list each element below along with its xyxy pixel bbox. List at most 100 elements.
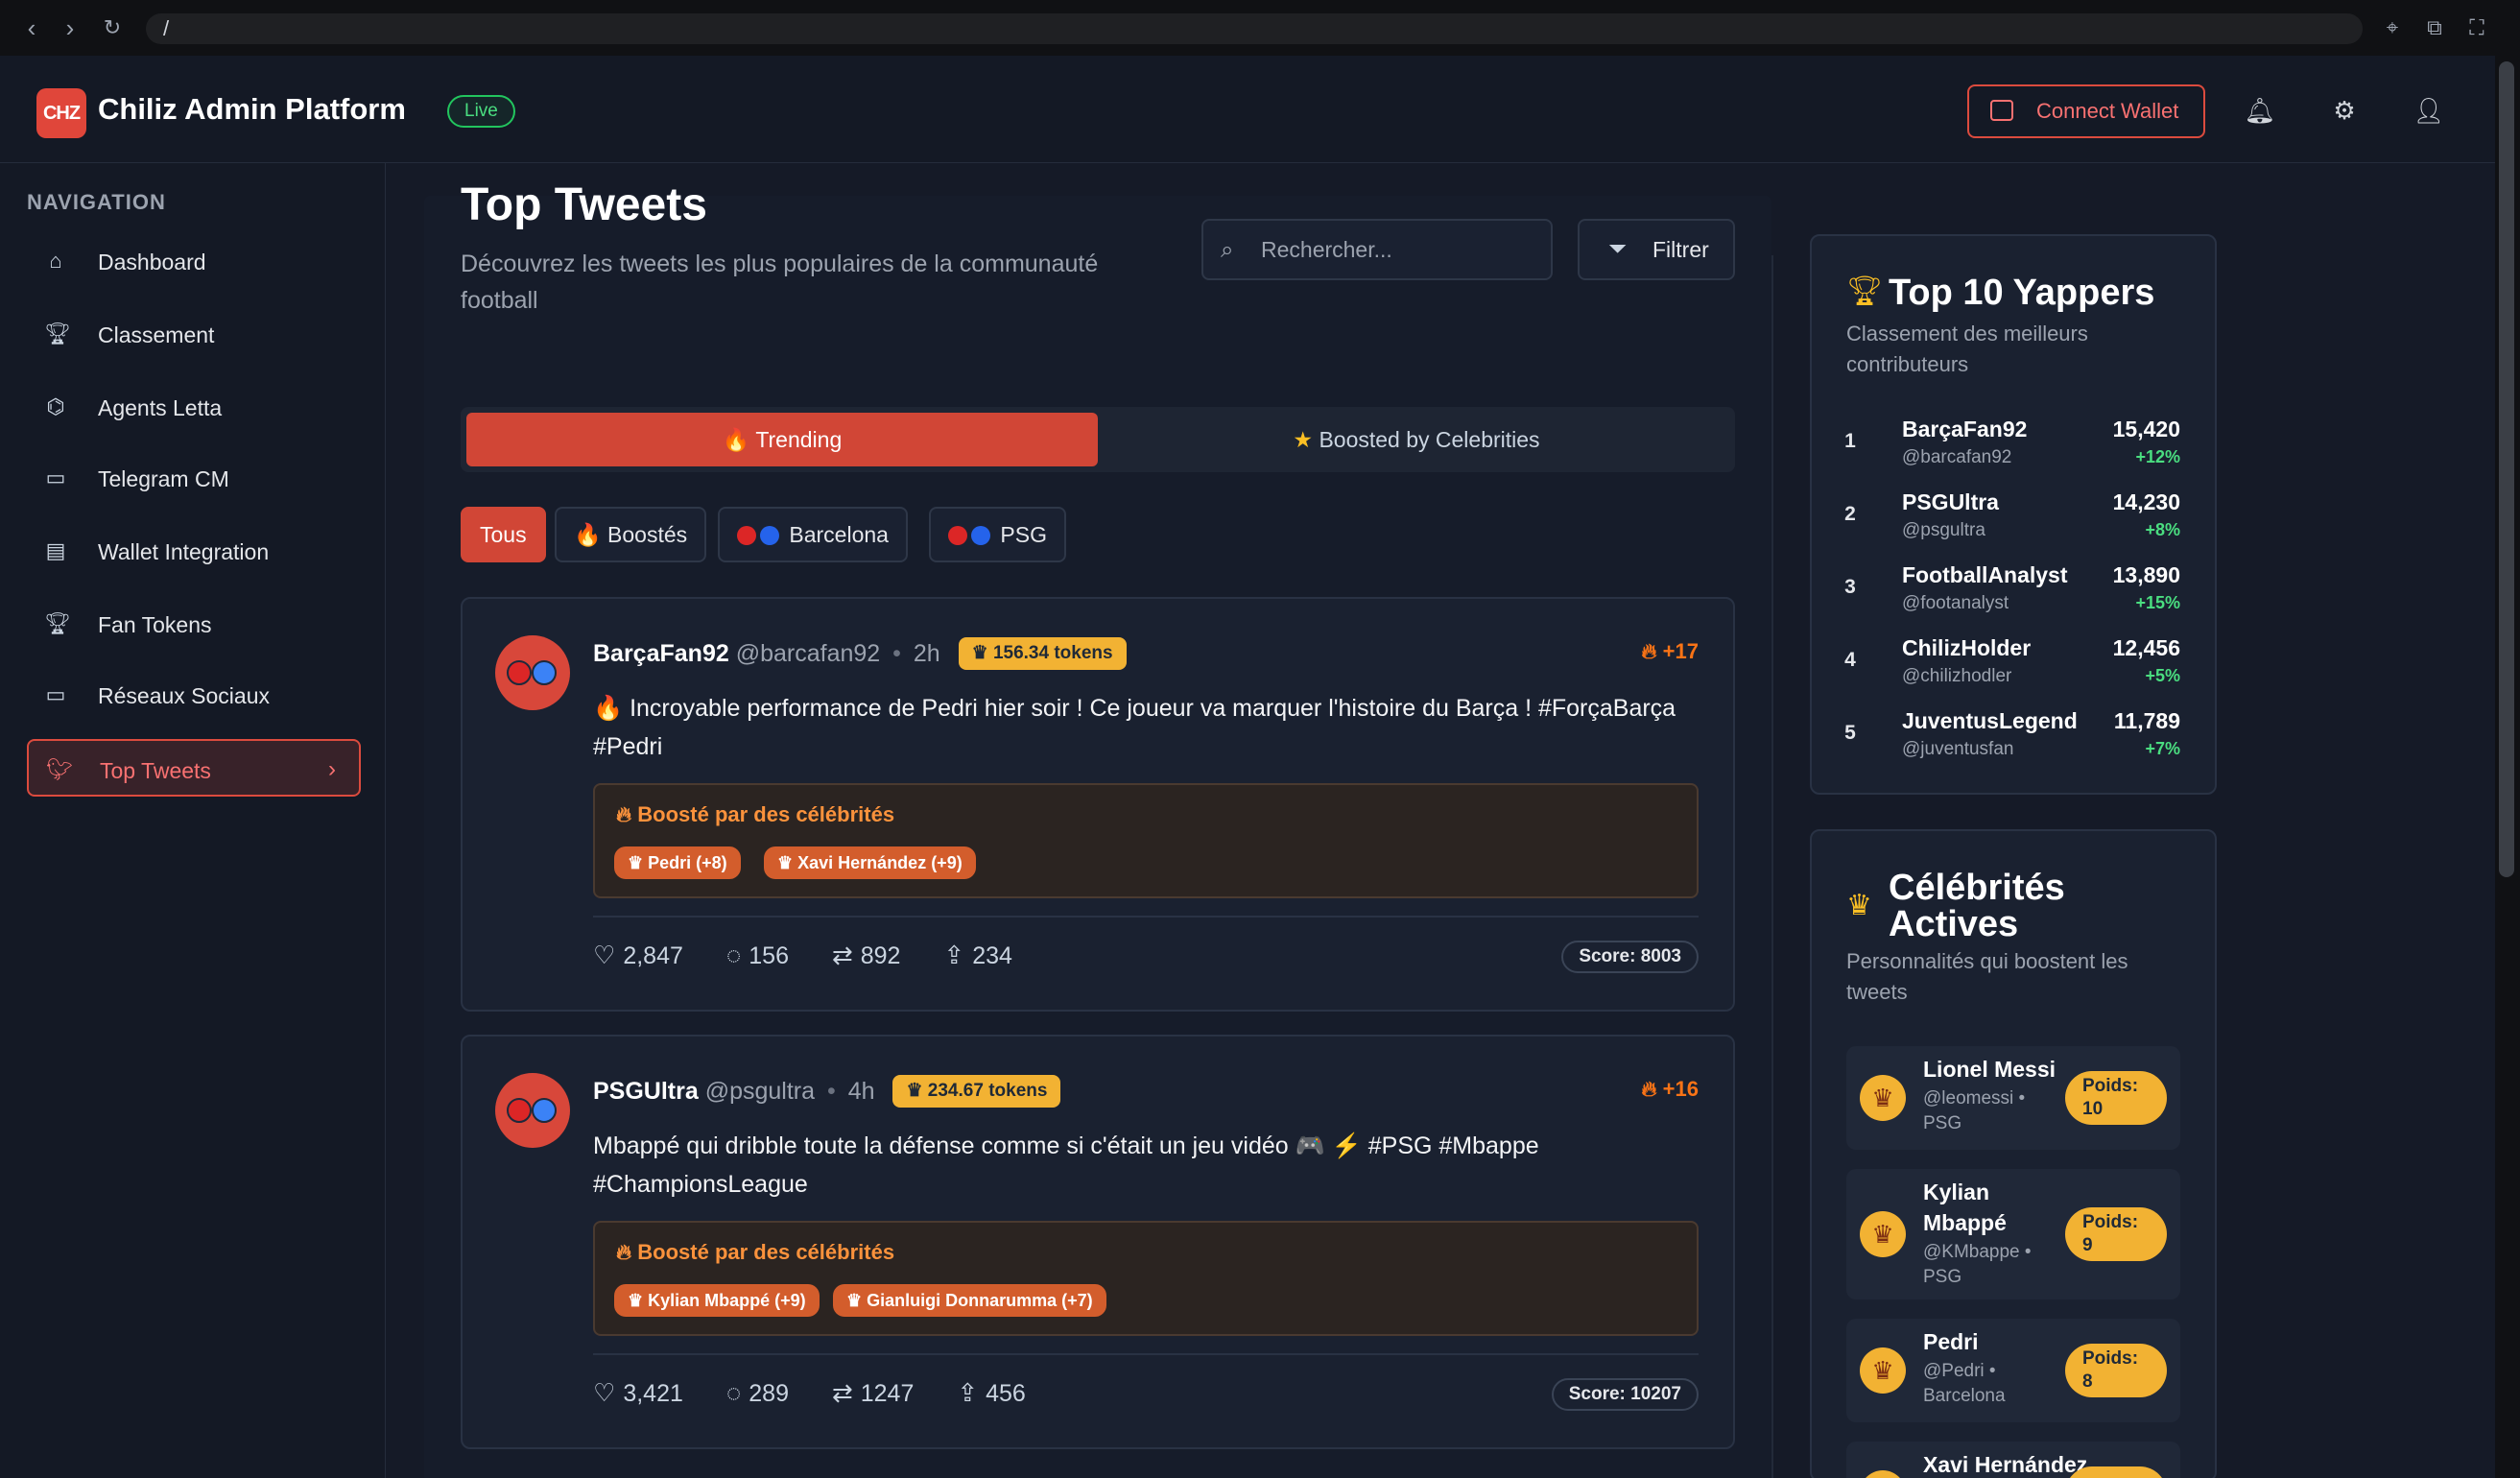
- celebrity-card[interactable]: ♛ Kylian Mbappé @KMbappe • PSG Poids: 9: [1846, 1169, 2180, 1299]
- tweet-stats: ♡ 2,847 ◌ 156 ⇄ 892 ⇪ 234: [593, 941, 1049, 970]
- celebrities-title-line1: Célébrités: [1889, 868, 2065, 908]
- yapper-name[interactable]: FootballAnalyst: [1902, 562, 2068, 588]
- boost-title-text: Boosté par des célébrités: [637, 1240, 895, 1264]
- pip-icon[interactable]: ⧉: [2420, 13, 2449, 42]
- yapper-score: 14,230: [2112, 489, 2180, 514]
- share-count: 456: [986, 1380, 1026, 1407]
- tweet-author[interactable]: PSGUltra: [593, 1078, 699, 1105]
- chip-label: PSG: [1000, 522, 1047, 547]
- retweet-button[interactable]: ⇄ 1247: [832, 1378, 914, 1408]
- celebrity-card[interactable]: ♛ Xavi Hernández: [1846, 1442, 2180, 1478]
- tab-boosted-by-celebrities[interactable]: ★ Boosted by Celebrities: [1104, 413, 1729, 466]
- connect-wallet-button[interactable]: Connect Wallet: [1967, 84, 2205, 138]
- celebrity-handle: @leomessi •: [1923, 1088, 2026, 1108]
- yapper-name[interactable]: PSGUltra: [1902, 489, 1999, 515]
- cursor-icon[interactable]: ⌖: [2378, 13, 2407, 42]
- robot-icon: ⌬: [46, 394, 65, 418]
- celebrity-name: Lionel Messi: [1923, 1057, 2056, 1082]
- sidebar-item-dashboard[interactable]: ⌂ Dashboard: [27, 232, 361, 290]
- yapper-handle: @chilizhodler: [1902, 666, 2012, 686]
- yapper-name[interactable]: BarçaFan92: [1902, 417, 2027, 442]
- yapper-score: 13,890: [2112, 562, 2180, 587]
- chip-psg[interactable]: PSG: [929, 507, 1066, 562]
- like-button[interactable]: ♡ 3,421: [593, 1378, 683, 1408]
- booster-chip: ♛ Gianluigi Donnarumma (+7): [833, 1284, 1106, 1317]
- hot-score: 🔥︎ +16: [1641, 1077, 1699, 1102]
- share-button[interactable]: ⇪ 234: [943, 941, 1012, 970]
- scrollbar[interactable]: [2495, 56, 2520, 1478]
- address-bar[interactable]: /: [146, 13, 2363, 44]
- back-arrow-icon[interactable]: ‹: [17, 13, 46, 42]
- retweet-button[interactable]: ⇄ 892: [832, 941, 901, 970]
- scrollbar-thumb[interactable]: [2499, 61, 2514, 877]
- chip-boostes[interactable]: 🔥 Boostés: [555, 507, 707, 562]
- gear-icon[interactable]: ⚙: [2328, 94, 2361, 127]
- sidebar-item-label: Top Tweets: [100, 758, 211, 783]
- trophy-icon: 🏆︎: [44, 322, 71, 346]
- tab-trending[interactable]: 🔥 Trending: [466, 413, 1098, 466]
- chip-barcelona[interactable]: Barcelona: [718, 507, 908, 562]
- celebrity-handle: @Pedri •: [1923, 1361, 1996, 1381]
- chip-label: Barcelona: [789, 522, 889, 547]
- booster-chip: ♛ Pedri (+8): [614, 846, 741, 879]
- search-icon: ⌕: [1221, 237, 1234, 263]
- bell-icon[interactable]: 🔔︎: [2244, 94, 2276, 127]
- search-input[interactable]: [1261, 234, 1539, 265]
- poids-badge: Poids: 8: [2065, 1344, 2167, 1397]
- yapper-delta: +7%: [2145, 739, 2180, 758]
- share-button[interactable]: ⇪ 456: [957, 1378, 1026, 1408]
- sidebar-item-reseaux-sociaux[interactable]: ▭ Réseaux Sociaux: [27, 666, 361, 724]
- filter-icon: ⏷: [1608, 236, 1628, 262]
- separator-dot: •: [827, 1078, 836, 1105]
- sidebar-item-classement[interactable]: 🏆︎ Classement: [27, 305, 361, 363]
- flame-icon: 🔥︎: [1641, 639, 1657, 663]
- yapper-delta: +12%: [2135, 447, 2180, 466]
- heart-icon: ♡: [593, 1378, 616, 1407]
- connect-wallet-label: Connect Wallet: [2036, 99, 2179, 123]
- crown-icon: ♛: [1860, 1211, 1906, 1257]
- retweet-count: 892: [860, 942, 901, 969]
- celebrity-name-line2: Mbappé: [1923, 1210, 2007, 1235]
- blue-dot-icon: [760, 526, 779, 545]
- yapper-name[interactable]: ChilizHolder: [1902, 635, 2031, 661]
- wallet-icon: [1990, 100, 2013, 121]
- chat-icon: ▭: [45, 465, 66, 489]
- yapper-handle: @psgultra: [1902, 520, 1985, 540]
- yapper-score: 15,420: [2112, 417, 2180, 441]
- boost-title: 🔥︎ Boosté par des célébrités: [616, 802, 894, 827]
- comment-button[interactable]: ◌ 289: [726, 1378, 789, 1408]
- filter-button[interactable]: ⏷ Filtrer: [1578, 219, 1735, 280]
- user-icon[interactable]: 👤︎: [2413, 94, 2445, 127]
- sidebar-item-wallet-integration[interactable]: ▤ Wallet Integration: [27, 522, 361, 580]
- tweet-card[interactable]: BarçaFan92 @barcafan92 • 2h ♛ 156.34 tok…: [461, 597, 1735, 1012]
- yapper-delta: +15%: [2135, 593, 2180, 612]
- tab-bar: 🔥 Trending ★ Boosted by Celebrities: [461, 407, 1735, 472]
- reload-icon[interactable]: ↻: [98, 13, 127, 42]
- celebrities-title: Célébrités Actives: [1889, 870, 2065, 942]
- yapper-name[interactable]: JuventusLegend: [1902, 708, 2078, 734]
- sidebar-item-fan-tokens[interactable]: 🏆︎ Fan Tokens: [27, 595, 361, 653]
- celebrity-name: Pedri: [1923, 1329, 1979, 1354]
- sidebar-item-top-tweets[interactable]: 🐦︎ Top Tweets ›: [27, 739, 361, 797]
- tweet-time: 4h: [847, 1078, 875, 1105]
- live-badge: Live: [447, 95, 515, 128]
- chip-tous[interactable]: Tous: [461, 507, 546, 562]
- fullscreen-icon[interactable]: ⛶: [2462, 13, 2491, 42]
- comment-button[interactable]: ◌ 156: [726, 941, 789, 970]
- yapper-score: 11,789: [2113, 708, 2180, 733]
- sidebar-item-telegram-cm[interactable]: ▭ Telegram CM: [27, 449, 361, 507]
- sidebar-item-label: Fan Tokens: [98, 612, 212, 637]
- page-title: Top Tweets: [461, 179, 707, 230]
- separator-dot: •: [892, 640, 901, 667]
- forward-arrow-icon[interactable]: ›: [56, 13, 84, 42]
- crown-icon: ♛: [1846, 890, 1872, 921]
- tweet-author[interactable]: BarçaFan92: [593, 640, 729, 667]
- tweet-header: PSGUltra @psgultra • 4h ♛ 234.67 tokens: [593, 1075, 1061, 1108]
- tweet-card[interactable]: PSGUltra @psgultra • 4h ♛ 234.67 tokens …: [461, 1035, 1735, 1449]
- like-button[interactable]: ♡ 2,847: [593, 941, 683, 970]
- sidebar-item-agents-letta[interactable]: ⌬ Agents Letta: [27, 378, 361, 436]
- celebrity-card[interactable]: ♛ Lionel Messi @leomessi • PSG Poids: 10: [1846, 1046, 2180, 1150]
- tokens-value: 156.34 tokens: [992, 643, 1113, 663]
- celebrity-card[interactable]: ♛ Pedri @Pedri • Barcelona Poids: 8: [1846, 1319, 2180, 1422]
- share-icon: ⇪: [943, 941, 965, 969]
